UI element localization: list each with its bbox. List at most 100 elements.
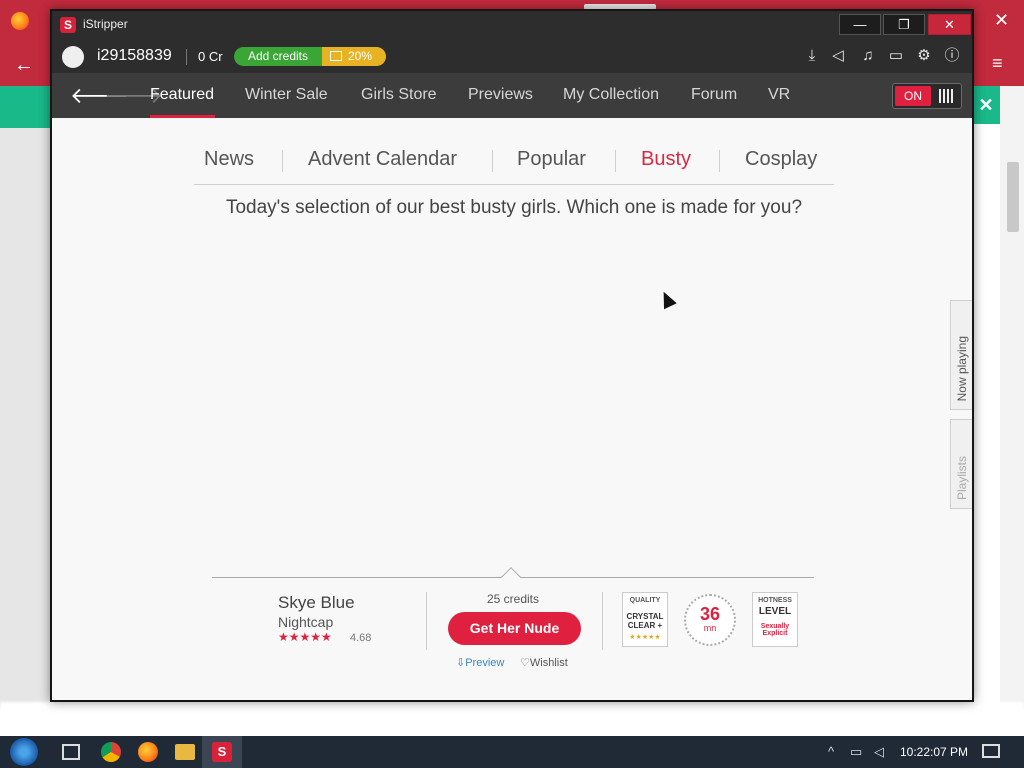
nav-previews[interactable]: Previews <box>468 86 533 104</box>
divider <box>719 150 720 172</box>
file-explorer-icon[interactable] <box>175 744 195 760</box>
hotness-line1: Sexually <box>760 623 790 630</box>
monitor-icon[interactable]: ▭ <box>886 46 906 66</box>
divider <box>186 49 187 65</box>
music-icon[interactable]: ♫ <box>858 46 878 66</box>
istripper-taskbar-icon[interactable]: S <box>212 742 232 762</box>
maximize-button[interactable]: ❐ <box>883 14 925 35</box>
hotness-line2: Explicit <box>762 630 788 637</box>
task-view-icon[interactable] <box>62 744 80 760</box>
credit-balance: 0 Cr <box>198 49 223 64</box>
now-playing-label: Now playing <box>955 335 969 401</box>
divider <box>602 592 603 650</box>
divider <box>426 592 427 650</box>
subtab-cosplay[interactable]: Cosplay <box>745 148 817 171</box>
get-her-nude-button[interactable]: Get Her Nude <box>448 612 581 645</box>
card-title: Nightcap <box>278 614 334 630</box>
close-button[interactable]: ✕ <box>928 14 971 35</box>
background-page <box>0 128 50 708</box>
subtabs-underline <box>194 184 834 185</box>
star-rating: ★★★★★ <box>278 630 332 644</box>
duration-value: 36 <box>699 604 721 624</box>
quality-title: QUALITY <box>629 597 661 604</box>
wishlist-link[interactable]: ♡Wishlist <box>520 656 568 669</box>
subtab-popular[interactable]: Popular <box>517 148 586 171</box>
nav-winter-sale[interactable]: Winter Sale <box>245 86 328 104</box>
discount-badge[interactable]: 20% <box>322 47 386 66</box>
divider <box>282 150 283 172</box>
username[interactable]: i29158839 <box>97 47 172 65</box>
toggle-on-label: ON <box>895 86 931 106</box>
close-icon[interactable]: ✕ <box>972 86 1000 124</box>
download-icon[interactable]: ⤓ <box>802 46 822 66</box>
category-tagline: Today's selection of our best busty girl… <box>225 197 803 218</box>
firefox-icon <box>11 12 29 30</box>
nav-girls-store[interactable]: Girls Store <box>361 86 437 104</box>
back-arrow-icon[interactable]: ← <box>14 54 34 77</box>
main-nav: 🡐 🡒 Featured Winter Sale Girls Store Pre… <box>52 73 972 118</box>
quality-line2: CLEAR + <box>627 621 663 630</box>
discount-label: 20% <box>348 49 373 63</box>
heart-icon: ♡ <box>520 657 530 669</box>
chrome-icon[interactable] <box>101 742 121 762</box>
network-icon[interactable]: ▭ <box>850 744 862 760</box>
close-icon[interactable]: ✕ <box>994 10 1009 31</box>
scrollbar-thumb[interactable] <box>1007 162 1019 232</box>
nav-my-collection[interactable]: My Collection <box>563 86 659 104</box>
barcode-icon <box>939 89 953 103</box>
preview-link[interactable]: ⇩Preview <box>456 656 504 669</box>
taskbar: S ^ ▭ ◁ 10:22:07 PM <box>0 736 1024 768</box>
wishlist-label: Wishlist <box>529 657 568 669</box>
start-button[interactable] <box>10 738 38 766</box>
hotness-title: HOTNESS <box>758 597 792 604</box>
system-clock[interactable]: 10:22:07 PM <box>900 745 968 759</box>
now-playing-tab[interactable]: Now playing <box>950 300 972 410</box>
quality-badge: QUALITY CRYSTAL CLEAR + ★★★★★ <box>622 592 668 647</box>
istripper-window: S iStripper — ❐ ✕ i29158839 0 Cr Add cre… <box>50 9 974 702</box>
notification-icon[interactable] <box>982 744 1000 758</box>
speaker-icon[interactable]: ◁ <box>828 46 848 66</box>
quality-stars: ★★★★★ <box>629 634 661 641</box>
download-icon: ⇩ <box>456 657 466 669</box>
model-name[interactable]: Skye Blue <box>278 593 355 613</box>
rating-value: 4.68 <box>350 632 372 644</box>
user-bar: i29158839 0 Cr Add credits 20% ⤓ ◁ ♫ ▭ ⚙… <box>52 39 972 73</box>
price-label: 25 credits <box>486 592 540 606</box>
divider <box>615 150 616 172</box>
chevron-up-icon[interactable]: ^ <box>828 744 834 759</box>
duration-stopwatch-icon: 36 mn <box>684 594 736 646</box>
subtab-news[interactable]: News <box>204 148 254 171</box>
content-area: News Advent Calendar Popular Busty Cospl… <box>52 118 972 700</box>
volume-icon[interactable]: ◁ <box>874 744 884 760</box>
background-page-text <box>0 702 1024 736</box>
quality-line1: CRYSTAL <box>626 612 664 621</box>
subtab-advent-calendar[interactable]: Advent Calendar <box>308 148 457 171</box>
preview-label: Preview <box>465 657 505 669</box>
title-bar[interactable]: S iStripper — ❐ ✕ <box>52 11 972 39</box>
hotness-level: LEVEL <box>758 606 792 617</box>
playlists-label: Playlists <box>955 455 969 500</box>
on-off-toggle[interactable]: ON <box>892 83 962 109</box>
nav-forum[interactable]: Forum <box>691 86 737 104</box>
subtabs: News Advent Calendar Popular Busty Cospl… <box>194 146 834 186</box>
app-title: iStripper <box>83 17 128 31</box>
gear-icon[interactable]: ⚙ <box>914 46 934 66</box>
mouse-cursor-icon <box>657 288 677 310</box>
nav-featured[interactable]: Featured <box>150 86 214 104</box>
add-credits-button[interactable]: Add credits <box>234 47 322 66</box>
background-banner <box>0 86 50 128</box>
playlists-tab[interactable]: Playlists <box>950 419 972 509</box>
duration-unit: mn <box>703 623 717 633</box>
firefox-icon[interactable] <box>138 742 158 762</box>
divider <box>492 150 493 172</box>
menu-icon[interactable]: ≡ <box>992 53 1003 74</box>
nav-vr[interactable]: VR <box>768 86 790 104</box>
gift-icon <box>330 51 342 61</box>
info-icon[interactable]: ⓘ <box>942 46 962 66</box>
app-logo-icon: S <box>60 17 76 33</box>
subtab-busty[interactable]: Busty <box>641 148 691 171</box>
minimize-button[interactable]: — <box>839 14 881 35</box>
hotness-badge: HOTNESS LEVEL Sexually Explicit <box>752 592 798 647</box>
avatar[interactable] <box>62 46 84 68</box>
card-pointer <box>501 567 521 587</box>
